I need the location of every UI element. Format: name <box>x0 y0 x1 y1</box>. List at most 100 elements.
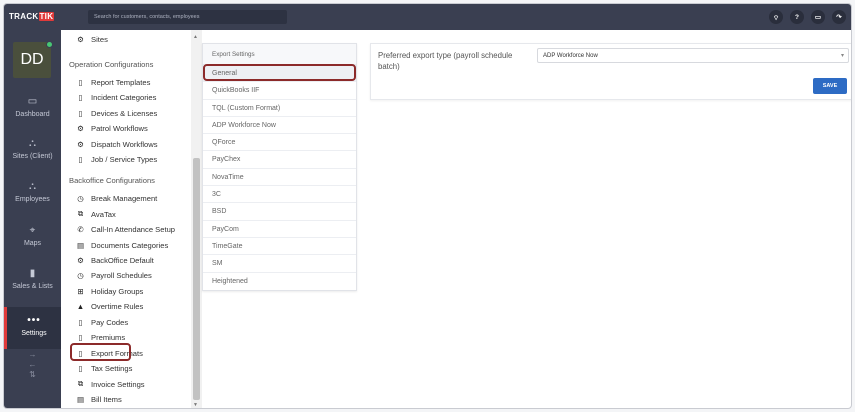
nav-label: Employees <box>15 196 50 203</box>
gear-icon: ⚙ <box>77 34 84 44</box>
nav-label: Sites (Client) <box>12 153 53 160</box>
settings-item-break-management[interactable]: ◷ Break Management <box>75 191 157 205</box>
document-icon: ▯ <box>78 154 83 164</box>
settings-item-tax-settings[interactable]: ▯ Tax Settings <box>75 361 132 375</box>
copy-icon: ⧉ <box>77 209 84 218</box>
nav-label: Dashboard <box>15 111 50 118</box>
settings-menu: ⚙ Sites Operation Configurations ▯ Report… <box>61 30 191 408</box>
nav-sales-lists[interactable]: ▮ Sales & Lists <box>4 268 61 308</box>
copy-icon: ⧉ <box>77 379 84 388</box>
document-icon: ▯ <box>78 77 83 87</box>
settings-scrollbar[interactable]: ▲ ▼ <box>191 30 202 408</box>
settings-item-devices-licenses[interactable]: ▯ Devices & Licenses <box>75 106 157 120</box>
settings-item-label: Job / Service Types <box>91 154 158 164</box>
settings-item-invoice-settings[interactable]: ⧉ Invoice Settings <box>75 377 145 391</box>
settings-item-label: Call-In Attendance Setup <box>91 224 176 234</box>
settings-item-label: Holiday Groups <box>91 286 144 296</box>
logo-text-accent: TIK <box>38 12 55 21</box>
settings-item-report-templates[interactable]: ▯ Report Templates <box>75 75 150 89</box>
settings-item-holiday-groups[interactable]: ⊞ Holiday Groups <box>75 284 143 298</box>
chat-icon[interactable]: ▭ <box>811 10 825 24</box>
document-icon: ▯ <box>78 92 83 102</box>
dots-icon: ••• <box>27 315 41 326</box>
app-window: TRACKTIK Search for customers, contacts,… <box>3 3 852 409</box>
settings-item-job-service-types[interactable]: ▯ Job / Service Types <box>75 152 157 166</box>
export-formats-highlight <box>70 343 131 361</box>
top-bar: TRACKTIK Search for customers, contacts,… <box>4 4 851 30</box>
settings-item-label: Tax Settings <box>91 363 133 373</box>
global-search-input[interactable]: Search for customers, contacts, employee… <box>88 10 287 24</box>
nav-label: Sales & Lists <box>12 283 53 290</box>
arrows-updown-icon[interactable]: ⇅ <box>4 370 61 380</box>
documents-icon: ▤ <box>76 240 85 250</box>
settings-item-label: Overtime Rules <box>91 301 144 311</box>
export-format-adp-workforce-now[interactable]: ADP Workforce Now <box>203 117 356 135</box>
export-format-sm[interactable]: SM <box>203 255 356 273</box>
export-format-tql-custom[interactable]: TQL (Custom Format) <box>203 100 356 117</box>
scroll-down-icon[interactable]: ▼ <box>193 402 198 408</box>
nav-employees[interactable]: ⛬ Employees <box>4 181 61 221</box>
left-navigation: DD ▭ Dashboard ⛬ Sites (Client) ⛬ Employ… <box>4 30 61 408</box>
preferred-export-type-label: Preferred export type (payroll schedule … <box>378 51 513 71</box>
nav-dashboard[interactable]: ▭ Dashboard <box>4 96 61 136</box>
settings-item-overtime-rules[interactable]: ▲ Overtime Rules <box>75 299 144 313</box>
nav-collapse-controls[interactable]: → ← ⇅ <box>4 350 61 380</box>
clock-icon: ◷ <box>77 193 84 203</box>
settings-item-label: Sites <box>91 34 108 44</box>
list-icon: ▤ <box>76 394 85 404</box>
settings-item-label: Documents Categories <box>91 240 169 250</box>
settings-item-label: AvaTax <box>91 209 116 219</box>
settings-item-label: Patrol Workflows <box>91 123 148 133</box>
nav-settings[interactable]: ••• Settings <box>4 307 61 349</box>
settings-item-dispatch-workflows[interactable]: ⚙ Dispatch Workflows <box>75 137 158 151</box>
settings-item-bill-items[interactable]: ▤ Bill Items <box>75 392 122 406</box>
scroll-up-icon[interactable]: ▲ <box>193 34 198 40</box>
signal-icon[interactable]: ⌔ <box>769 10 783 24</box>
settings-item-label: Dispatch Workflows <box>91 139 158 149</box>
settings-item-backoffice-default[interactable]: ⚙ BackOffice Default <box>75 253 154 267</box>
tracktik-logo[interactable]: TRACKTIK <box>9 12 55 21</box>
monitor-icon: ▭ <box>27 96 38 107</box>
export-format-heightened[interactable]: Heightened <box>203 273 356 290</box>
chevron-down-icon: ▾ <box>840 53 844 59</box>
settings-item-patrol-workflows[interactable]: ⚙ Patrol Workflows <box>75 121 148 135</box>
settings-item-premiums[interactable]: ▯ Premiums <box>75 330 125 344</box>
settings-item-sites[interactable]: ⚙ Sites <box>75 32 108 46</box>
export-format-paycom[interactable]: PayCom <box>203 221 356 238</box>
arrow-left-icon[interactable]: ← <box>4 360 61 370</box>
share-icon[interactable]: ↷ <box>832 10 846 24</box>
settings-item-label: Payroll Schedules <box>91 270 152 280</box>
export-format-timegate[interactable]: TimeGate <box>203 238 356 256</box>
arrow-right-icon[interactable]: → <box>4 350 61 360</box>
export-settings-header: Export Settings <box>203 44 356 65</box>
settings-item-pay-codes[interactable]: ▯ Pay Codes <box>75 315 128 329</box>
export-format-paychex[interactable]: PayChex <box>203 151 356 169</box>
export-format-qforce[interactable]: QForce <box>203 134 356 152</box>
settings-item-label: Devices & Licenses <box>91 108 158 118</box>
export-format-novatime[interactable]: NovaTime <box>203 169 356 187</box>
export-preferences-card: Preferred export type (payroll schedule … <box>370 43 851 100</box>
backoffice-configurations-title: Backoffice Configurations <box>69 176 155 185</box>
scrollbar-thumb[interactable] <box>193 158 200 400</box>
avatar[interactable]: DD <box>13 42 51 78</box>
settings-item-documents-categories[interactable]: ▤ Documents Categories <box>75 238 168 252</box>
settings-item-call-in-attendance[interactable]: ✆ Call-In Attendance Setup <box>75 222 175 236</box>
clock-icon: ◷ <box>77 270 84 280</box>
nav-maps[interactable]: ⌖ Maps <box>4 225 61 265</box>
sites-icon: ⛬ <box>29 138 36 149</box>
settings-item-avatax[interactable]: ⧉ AvaTax <box>75 207 116 221</box>
export-format-quickbooks-iif[interactable]: QuickBooks IIF <box>203 82 356 100</box>
workflow-icon: ⚙ <box>77 139 84 149</box>
help-icon[interactable]: ? <box>790 10 804 24</box>
export-format-bsd[interactable]: BSD <box>203 203 356 221</box>
export-format-3c[interactable]: 3C <box>203 186 356 204</box>
settings-item-incident-categories[interactable]: ▯ Incident Categories <box>75 90 156 104</box>
gift-icon: ⊞ <box>77 286 84 296</box>
employees-icon: ⛬ <box>29 181 36 192</box>
nav-sites-client[interactable]: ⛬ Sites (Client) <box>4 138 61 178</box>
selected-export-type: ADP Workforce Now <box>543 53 598 59</box>
save-button[interactable]: SAVE <box>813 78 847 94</box>
settings-item-payroll-schedules[interactable]: ◷ Payroll Schedules <box>75 268 152 282</box>
preferred-export-type-select[interactable]: ADP Workforce Now ▾ <box>537 48 849 63</box>
document-icon: ▯ <box>78 332 83 342</box>
